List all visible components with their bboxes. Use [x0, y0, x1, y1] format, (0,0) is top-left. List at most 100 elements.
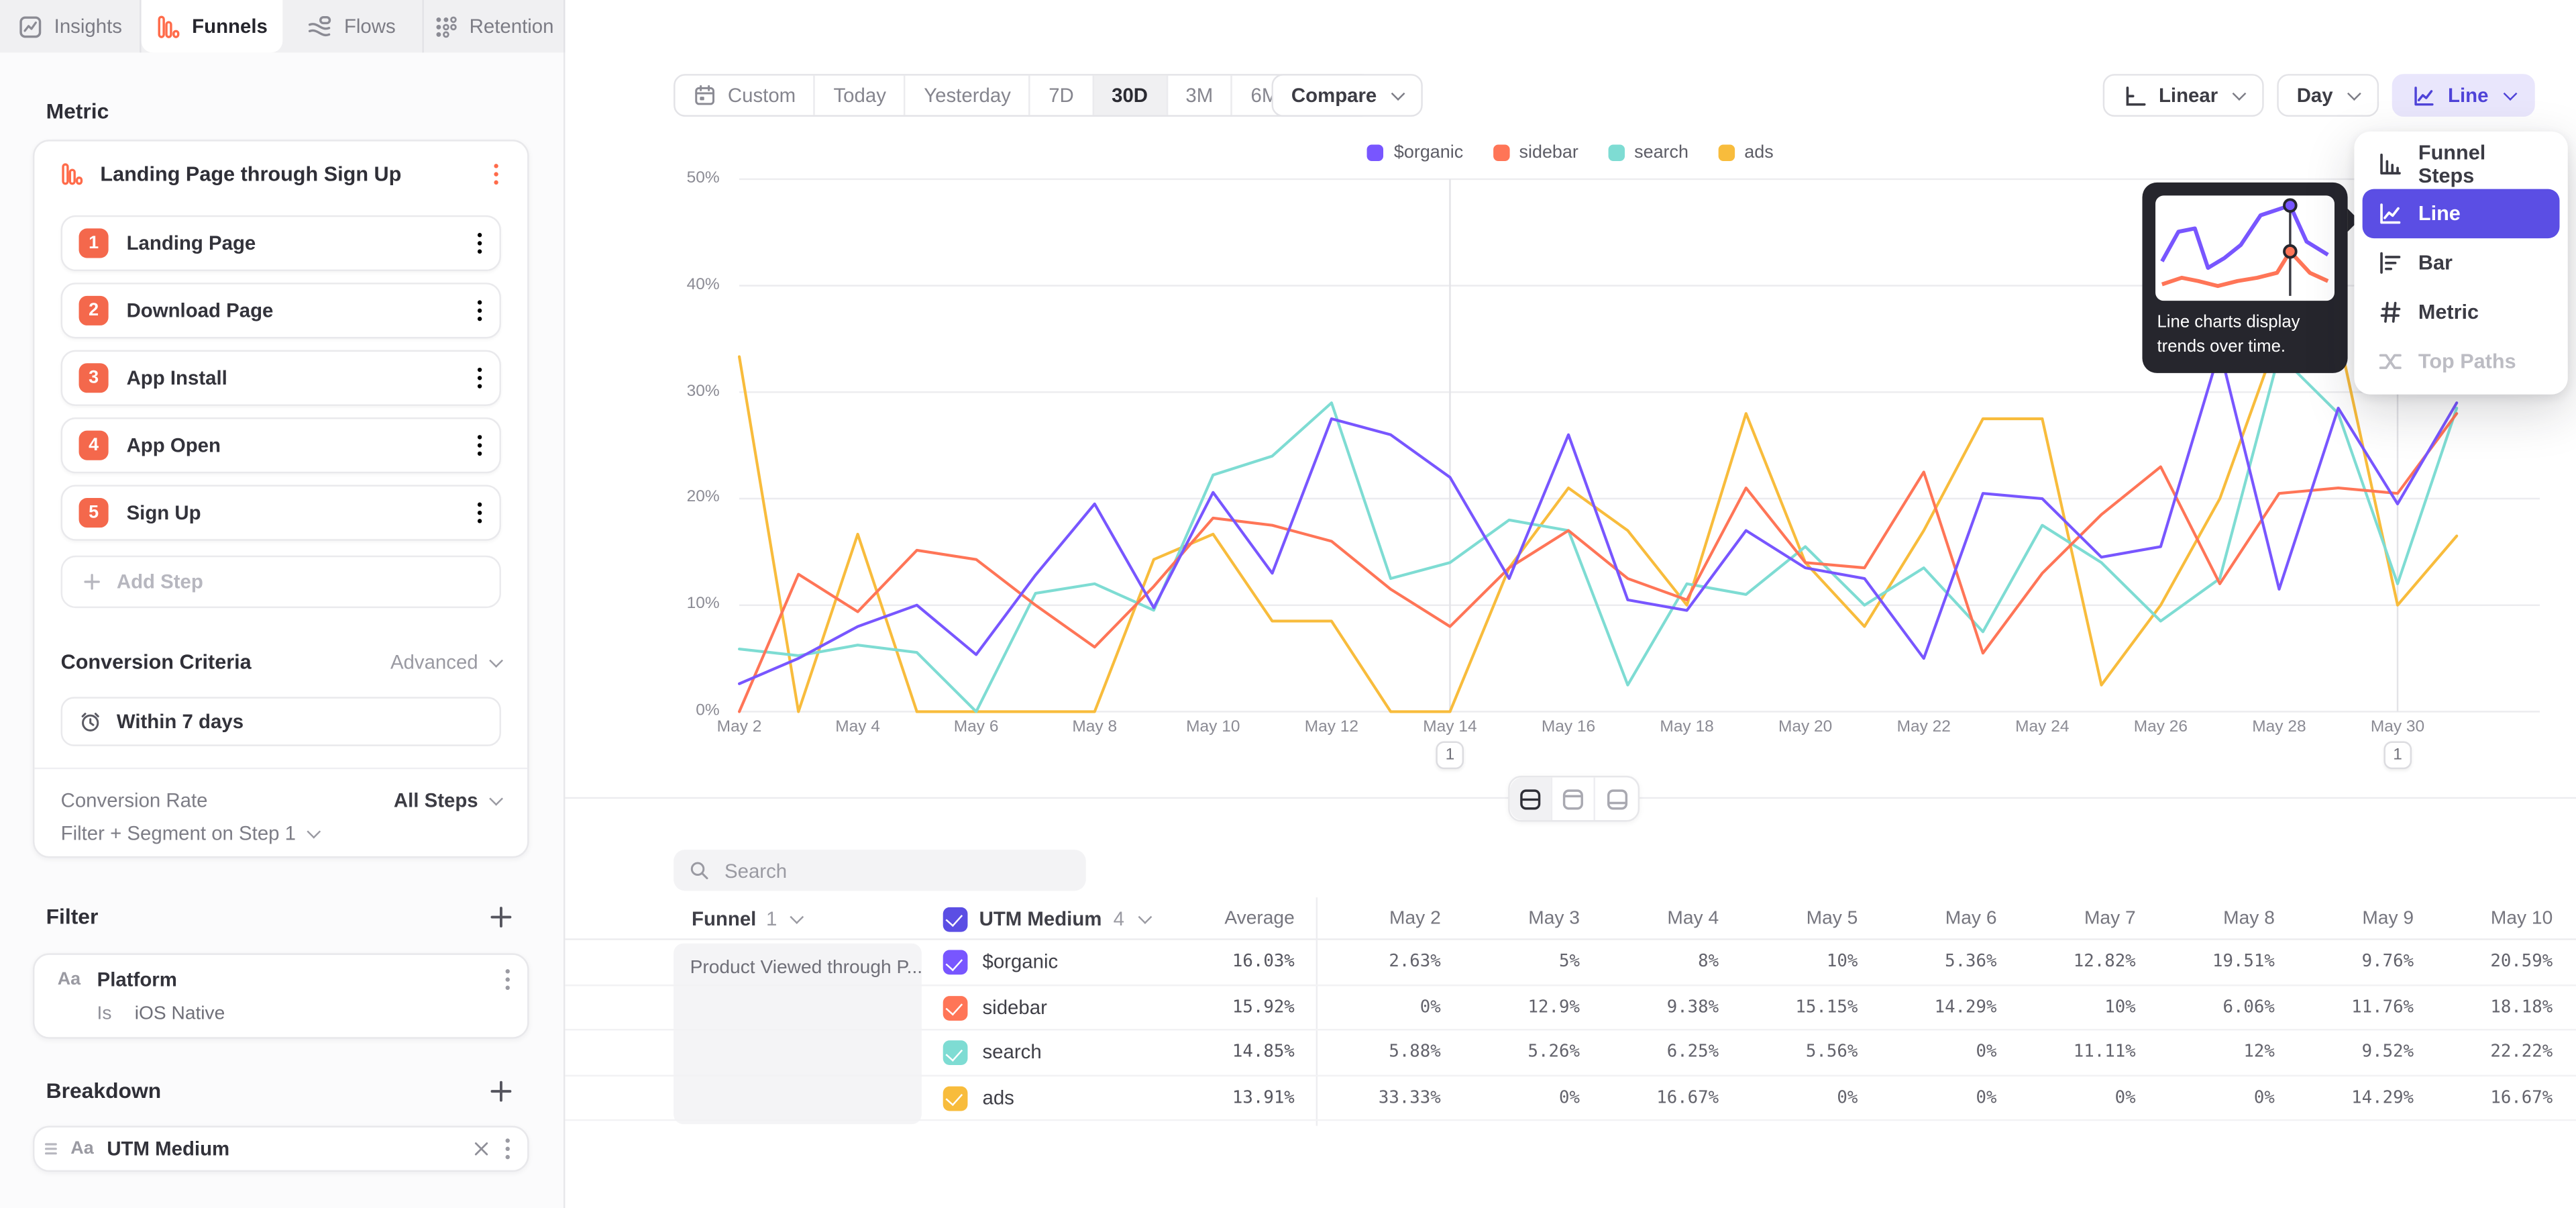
cell-value: 16.67%: [1568, 1076, 1719, 1119]
annotation-badge[interactable]: 1: [1436, 741, 1464, 769]
advanced-dropdown[interactable]: Advanced: [390, 651, 501, 674]
menu-item-top-paths[interactable]: Top Paths: [2363, 337, 2560, 386]
property-type-icon: Aa: [58, 970, 80, 989]
legend-item[interactable]: search: [1608, 143, 1688, 162]
breakdown-selector[interactable]: UTM Medium 4: [943, 897, 1150, 940]
kebab-menu-icon[interactable]: [504, 968, 511, 991]
legend-label: search: [1634, 143, 1688, 162]
table-view-toggle[interactable]: [1595, 777, 1638, 820]
range-yesterday[interactable]: Yesterday: [906, 76, 1030, 115]
funnel-step-5[interactable]: 5Sign Up: [61, 485, 501, 540]
range-30d[interactable]: 30D: [1093, 76, 1167, 115]
x-axis-label: May 26: [2111, 718, 2210, 736]
add-step-button[interactable]: Add Step: [61, 556, 501, 608]
add-filter-button[interactable]: [488, 904, 514, 930]
x-axis-label: May 18: [1638, 718, 1736, 736]
tab-flows[interactable]: Flows: [282, 0, 423, 52]
breakdown-checkbox[interactable]: [943, 907, 968, 932]
kebab-menu-icon[interactable]: [504, 1138, 511, 1160]
series-name: $organic: [982, 940, 1058, 984]
column-header: May 6: [1845, 897, 1996, 940]
drag-handle-icon[interactable]: [44, 1139, 58, 1158]
range-7d[interactable]: 7D: [1030, 76, 1093, 115]
search-input[interactable]: [721, 857, 1071, 883]
chart-type-menu: Funnel StepsLineBarMetricTop Paths: [2354, 132, 2567, 395]
cell-value: 10%: [1707, 940, 1858, 984]
cell-value: 0%: [1429, 1076, 1580, 1119]
cell-value: 2.63%: [1289, 940, 1440, 984]
breakdown-property-name[interactable]: UTM Medium: [107, 1138, 458, 1160]
legend-item[interactable]: ads: [1718, 143, 1774, 162]
tab-funnels[interactable]: Funnels: [142, 0, 282, 52]
filter-property-name[interactable]: Platform: [97, 968, 488, 991]
menu-item-funnel-steps[interactable]: Funnel Steps: [2363, 140, 2560, 189]
average-value: 14.85%: [1143, 1031, 1294, 1074]
close-icon[interactable]: [472, 1139, 491, 1158]
filter-card: Aa Platform Is iOS Native: [33, 953, 529, 1038]
series-checkbox[interactable]: [943, 1086, 968, 1111]
kebab-menu-icon[interactable]: [476, 232, 483, 254]
kebab-menu-icon[interactable]: [476, 299, 483, 322]
search-box[interactable]: [674, 850, 1086, 891]
table-row-organic: $organic16.03%2.63%5%8%10%5.36%12.82%19.…: [565, 940, 2576, 985]
granularity-dropdown[interactable]: Day: [2277, 74, 2379, 117]
legend-item[interactable]: $organic: [1368, 143, 1464, 162]
kebab-menu-icon[interactable]: [476, 366, 483, 389]
series-checkbox[interactable]: [943, 995, 968, 1020]
table-header: Funnel 1 UTM Medium 4 AverageMay 2May 3M…: [565, 897, 2576, 940]
funnel-header[interactable]: Landing Page through Sign Up: [61, 154, 508, 194]
funnel-step-1[interactable]: 1Landing Page: [61, 215, 501, 271]
layout-toggle-group: [1508, 776, 1640, 822]
kebab-menu-icon[interactable]: [476, 434, 483, 457]
conversion-window-value: Within 7 days: [117, 710, 244, 733]
range-today[interactable]: Today: [816, 76, 906, 115]
add-breakdown-button[interactable]: [488, 1078, 514, 1105]
x-axis-label: May 14: [1401, 718, 1499, 736]
tab-insights[interactable]: Insights: [0, 0, 142, 52]
range-3m[interactable]: 3M: [1167, 76, 1232, 115]
legend-item[interactable]: sidebar: [1493, 143, 1578, 162]
series-checkbox[interactable]: [943, 950, 968, 975]
menu-item-bar[interactable]: Bar: [2363, 238, 2560, 287]
filter-segment-dropdown[interactable]: Filter + Segment on Step 1: [61, 819, 501, 848]
cell-value: 0%: [1984, 1076, 2135, 1119]
annotation-badge[interactable]: 1: [2383, 741, 2412, 769]
legend-label: sidebar: [1519, 143, 1578, 162]
menu-item-line[interactable]: Line: [2363, 189, 2560, 238]
filter-value[interactable]: iOS Native: [135, 1004, 225, 1023]
y-axis-label: 30%: [565, 383, 719, 401]
filter-operator[interactable]: Is: [97, 1004, 111, 1023]
tab-retention[interactable]: Retention: [423, 0, 565, 52]
chart-type-dropdown[interactable]: Line: [2392, 74, 2534, 117]
x-axis-label: May 28: [2230, 718, 2328, 736]
compare-button[interactable]: Compare: [1272, 74, 1423, 117]
y-axis-label: 20%: [565, 489, 719, 507]
kebab-menu-icon[interactable]: [476, 501, 483, 524]
average-value: 15.92%: [1143, 985, 1294, 1029]
range-label: 3M: [1185, 84, 1213, 107]
legend-label: ads: [1744, 143, 1773, 162]
filter-heading: Filter: [46, 904, 99, 929]
column-header: May 9: [2263, 897, 2414, 940]
range-custom[interactable]: Custom: [676, 76, 816, 115]
funnel-step-3[interactable]: 3App Install: [61, 350, 501, 406]
x-axis-label: May 4: [808, 718, 907, 736]
conversion-window[interactable]: Within 7 days: [61, 697, 501, 746]
cell-value: 9.38%: [1568, 985, 1719, 1029]
menu-item-metric[interactable]: Metric: [2363, 288, 2560, 337]
cell-value: 0%: [1289, 985, 1440, 1029]
plus-icon: [82, 572, 101, 591]
conversion-rate-dropdown[interactable]: All Steps: [394, 789, 501, 812]
kebab-menu-icon[interactable]: [484, 162, 507, 185]
split-view-toggle[interactable]: [1510, 777, 1553, 820]
chevron-down-icon: [2347, 86, 2361, 100]
scale-dropdown[interactable]: Linear: [2103, 74, 2264, 117]
funnel-step-4[interactable]: 4App Open: [61, 417, 501, 473]
chart-view-toggle[interactable]: [1552, 777, 1595, 820]
funnel-selector[interactable]: Funnel 1: [692, 897, 802, 940]
series-checkbox[interactable]: [943, 1040, 968, 1065]
legend-swatch: [1608, 145, 1624, 161]
tab-bar: InsightsFunnelsFlowsRetention: [0, 0, 565, 52]
app: InsightsFunnelsFlowsRetention Metric Lan…: [0, 0, 2576, 1208]
funnel-step-2[interactable]: 2Download Page: [61, 283, 501, 338]
